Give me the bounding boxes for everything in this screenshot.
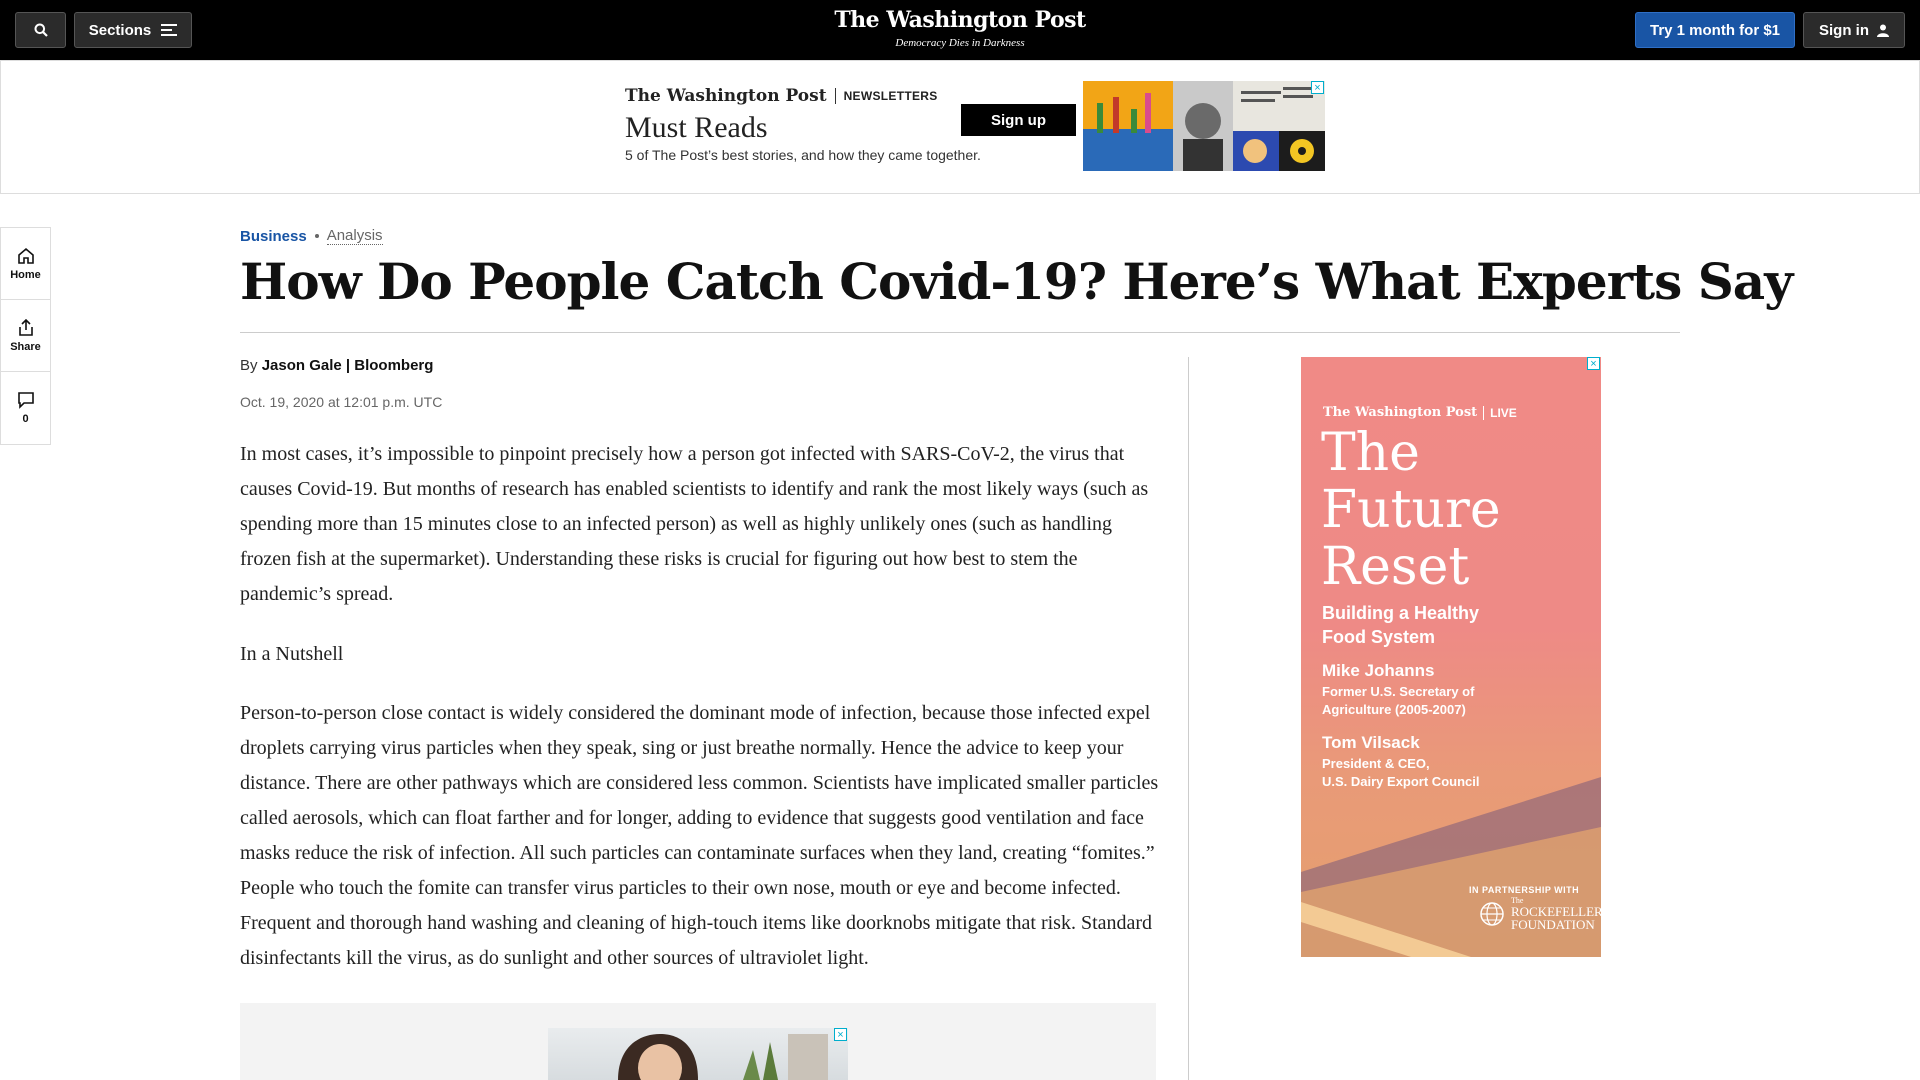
top-ad-banner: The Washington Post NEWSLETTERS Must Rea… xyxy=(0,60,1920,194)
subtitle-line: Food System xyxy=(1322,627,1436,647)
newsletter-ad-logo: The Washington Post xyxy=(625,86,827,106)
article-headline: How Do People Catch Covid-19? Here’s Wha… xyxy=(240,252,1793,311)
ad-close-icon[interactable]: × xyxy=(834,1028,847,1041)
left-action-rail: Home Share 0 xyxy=(0,227,51,445)
role-line: Agriculture (2005-2007) xyxy=(1322,702,1466,717)
side-ad-header: The Washington Post LIVE xyxy=(1323,405,1517,420)
partner-logo: The ROCKEFELLER FOUNDATION xyxy=(1479,897,1601,931)
title-line: Reset xyxy=(1321,537,1470,597)
newsletter-signup-button[interactable]: Sign up xyxy=(961,104,1076,136)
speaker-name: Mike Johanns xyxy=(1322,661,1435,680)
newsletter-ad-tag: NEWSLETTERS xyxy=(843,89,938,103)
title-line: Future xyxy=(1321,480,1501,540)
ad-close-icon[interactable]: × xyxy=(1311,81,1324,94)
divider xyxy=(1483,405,1485,420)
publish-date: Oct. 19, 2020 at 12:01 p.m. UTC xyxy=(240,394,443,410)
search-button[interactable] xyxy=(15,12,66,48)
sign-in-label: Sign in xyxy=(1819,21,1869,39)
divider xyxy=(240,332,1680,333)
rail-home-button[interactable]: Home xyxy=(1,228,50,300)
role-line: Former U.S. Secretary of xyxy=(1322,684,1475,699)
sign-in-button[interactable]: Sign in xyxy=(1803,12,1905,48)
divider xyxy=(834,88,836,104)
side-ad-subtitle: Building a Healthy Food System xyxy=(1322,601,1479,649)
masthead-title: The Washington Post xyxy=(834,7,1086,33)
menu-icon xyxy=(161,24,178,36)
side-ad-title: The Future Reset xyxy=(1321,425,1501,596)
subtitle-line: Building a Healthy xyxy=(1322,603,1480,623)
share-icon xyxy=(18,318,33,336)
byline-prefix: By xyxy=(240,357,258,374)
inline-ad-slot: × xyxy=(240,1003,1156,1080)
partner-label: IN PARTNERSHIP WITH xyxy=(1469,885,1580,895)
inline-ad-image[interactable]: × xyxy=(548,1028,848,1080)
masthead-tagline: Democracy Dies in Darkness xyxy=(895,37,1025,49)
role-line: U.S. Dairy Export Council xyxy=(1322,774,1480,789)
sections-label: Sections xyxy=(88,21,152,39)
author-link[interactable]: Jason Gale | Bloomberg xyxy=(262,357,434,374)
newsletter-ad-description: 5 of The Post’s best stories, and how th… xyxy=(625,147,981,163)
newsletter-ad-collage-image xyxy=(1083,81,1325,171)
article-paragraph: Person-to-person close contact is widely… xyxy=(240,702,1159,969)
column-divider xyxy=(1188,357,1189,1080)
home-icon xyxy=(17,247,34,264)
newsletter-ad-title: Must Reads xyxy=(625,111,768,144)
rail-share-button[interactable]: Share xyxy=(1,300,50,372)
rail-home-label: Home xyxy=(10,268,41,281)
comments-count: 0 xyxy=(22,413,29,425)
section-link[interactable]: Business xyxy=(240,228,307,245)
role-line: President & CEO, xyxy=(1322,756,1430,771)
rail-share-label: Share xyxy=(10,340,41,353)
masthead-logo[interactable]: The Washington Post Democracy Dies in Da… xyxy=(760,4,1160,50)
globe-icon xyxy=(1480,902,1504,926)
newsletter-ad[interactable]: The Washington Post NEWSLETTERS Must Rea… xyxy=(617,81,1325,171)
speaker-role: President & CEO, U.S. Dairy Export Counc… xyxy=(1322,755,1479,791)
side-ad-live-label: LIVE xyxy=(1490,405,1517,420)
ad-close-icon[interactable]: × xyxy=(1587,357,1600,370)
kicker-separator xyxy=(314,234,319,238)
article-subheading: In a Nutshell xyxy=(240,643,344,665)
title-line: The xyxy=(1321,423,1420,483)
comment-icon xyxy=(17,392,34,409)
sidebar-event-ad[interactable]: The Washington Post LIVE The Future Rese… xyxy=(1301,357,1601,957)
user-icon xyxy=(1877,24,1889,37)
sections-button[interactable]: Sections xyxy=(74,12,192,48)
speaker-role: Former U.S. Secretary of Agriculture (20… xyxy=(1322,683,1474,719)
rail-comments-button[interactable]: 0 xyxy=(1,372,50,444)
partner-name: The ROCKEFELLER FOUNDATION xyxy=(1511,897,1601,932)
search-icon xyxy=(34,23,48,37)
top-navigation-bar: Sections The Washington Post Democracy D… xyxy=(0,0,1920,60)
subscribe-button[interactable]: Try 1 month for $1 xyxy=(1635,12,1795,48)
analysis-label[interactable]: Analysis xyxy=(326,227,383,245)
byline: By Jason Gale | Bloomberg xyxy=(240,357,433,374)
article-paragraph: In most cases, it’s impossible to pinpoi… xyxy=(240,443,1149,605)
newsletter-ad-header: The Washington Post NEWSLETTERS xyxy=(625,86,938,106)
partner-name-line: FOUNDATION xyxy=(1511,917,1595,932)
side-ad-logo: The Washington Post xyxy=(1323,405,1478,420)
speaker-name: Tom Vilsack xyxy=(1322,733,1420,752)
article-kicker: Business Analysis xyxy=(240,227,383,245)
